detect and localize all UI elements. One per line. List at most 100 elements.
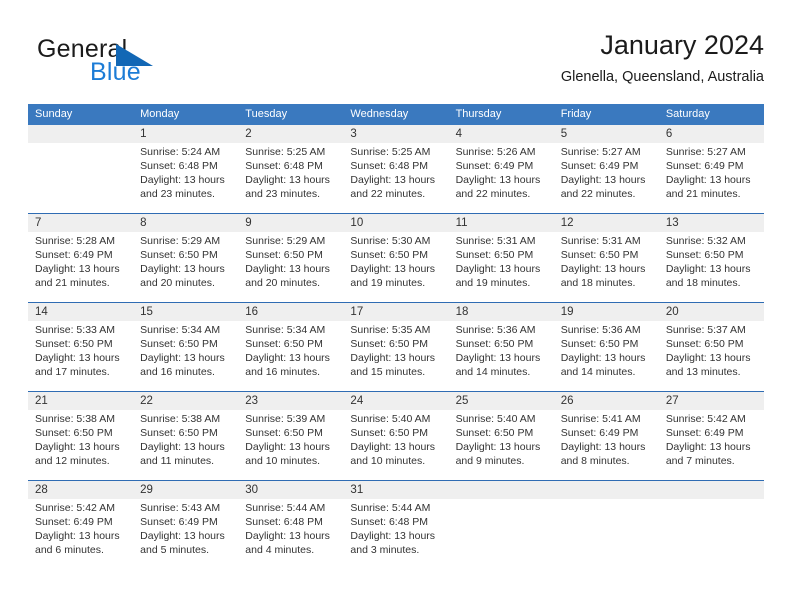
day-detail-line: Sunset: 6:48 PM (245, 516, 323, 528)
day-detail-line: Daylight: 13 hours (350, 352, 436, 364)
day-number[interactable]: 5 (554, 125, 659, 143)
day-number[interactable]: 25 (449, 392, 554, 410)
calendar-week-row: 7 8 9 10 11 12 13 Sunrise: 5:28 AM Sunset: 6:49 … (28, 213, 764, 302)
week-detail-band: Sunrise: 5:42 AM Sunset: 6:49 PM Daylight:… (28, 499, 764, 569)
day-detail-line: Sunrise: 5:37 AM (665, 324, 746, 336)
day-number[interactable]: 14 (28, 303, 133, 321)
day-cell[interactable]: Sunrise: 5:34 AM Sunset: 6:50 PM Daylight:… (238, 321, 343, 391)
day-detail-line: Sunset: 6:49 PM (35, 516, 113, 528)
day-cell[interactable]: Sunrise: 5:42 AM Sunset: 6:49 PM Daylight:… (659, 410, 764, 480)
day-number[interactable]: 15 (133, 303, 238, 321)
day-cell[interactable]: Sunrise: 5:42 AM Sunset: 6:49 PM Daylight:… (28, 499, 133, 569)
calendar-week-row: 1 2 3 4 5 6 Sunrise: 5:24 AM Sunset: 6:48 PM Day… (28, 125, 764, 213)
day-cell[interactable]: Sunrise: 5:29 AM Sunset: 6:50 PM Daylight:… (238, 232, 343, 302)
day-number[interactable]: 17 (343, 303, 448, 321)
day-detail-line: and 12 minutes. (35, 455, 110, 467)
day-cell[interactable]: Sunrise: 5:36 AM Sunset: 6:50 PM Daylight:… (554, 321, 659, 391)
day-detail-line: Daylight: 13 hours (350, 174, 436, 186)
general-blue-logo[interactable]: General Blue (28, 34, 268, 90)
day-cell[interactable]: Sunrise: 5:40 AM Sunset: 6:50 PM Daylight:… (343, 410, 448, 480)
day-cell[interactable]: Sunrise: 5:33 AM Sunset: 6:50 PM Daylight:… (28, 321, 133, 391)
day-detail-line: Daylight: 13 hours (560, 174, 646, 186)
day-cell[interactable]: Sunrise: 5:25 AM Sunset: 6:48 PM Daylight:… (343, 143, 448, 213)
day-cell[interactable]: Sunrise: 5:27 AM Sunset: 6:49 PM Daylight:… (659, 143, 764, 213)
day-cell[interactable]: Sunrise: 5:27 AM Sunset: 6:49 PM Daylight:… (554, 143, 659, 213)
day-number[interactable]: 22 (133, 392, 238, 410)
day-cell[interactable]: Sunrise: 5:29 AM Sunset: 6:50 PM Daylight:… (133, 232, 238, 302)
day-number[interactable]: 24 (343, 392, 448, 410)
day-detail-line: Sunset: 6:50 PM (665, 249, 744, 261)
day-number[interactable]: 21 (28, 392, 133, 410)
day-detail-line: Sunrise: 5:31 AM (560, 235, 641, 247)
day-number[interactable]: 29 (133, 481, 238, 499)
day-detail-line: Sunset: 6:48 PM (245, 160, 323, 172)
day-detail-line: Sunset: 6:50 PM (245, 427, 323, 439)
day-detail-line: Sunrise: 5:29 AM (245, 235, 326, 247)
week-detail-band: Sunrise: 5:28 AM Sunset: 6:49 PM Daylight:… (28, 232, 764, 302)
day-number[interactable]: 28 (28, 481, 133, 499)
day-cell[interactable]: Sunrise: 5:32 AM Sunset: 6:50 PM Daylight:… (659, 232, 764, 302)
day-cell[interactable]: Sunrise: 5:44 AM Sunset: 6:48 PM Daylight:… (343, 499, 448, 569)
day-cell[interactable]: Sunrise: 5:37 AM Sunset: 6:50 PM Daylight:… (659, 321, 764, 391)
day-cell[interactable]: Sunrise: 5:41 AM Sunset: 6:49 PM Daylight:… (554, 410, 659, 480)
day-number[interactable]: 30 (238, 481, 343, 499)
day-cell[interactable]: Sunrise: 5:39 AM Sunset: 6:50 PM Daylight:… (238, 410, 343, 480)
day-number[interactable]: 7 (28, 214, 133, 232)
page-subtitle: Glenella, Queensland, Australia (560, 69, 764, 85)
day-cell[interactable]: Sunrise: 5:38 AM Sunset: 6:50 PM Daylight:… (133, 410, 238, 480)
week-daynumber-band: 7 8 9 10 11 12 13 (28, 214, 764, 232)
day-cell[interactable]: Sunrise: 5:43 AM Sunset: 6:49 PM Daylight:… (133, 499, 238, 569)
day-cell[interactable]: Sunrise: 5:30 AM Sunset: 6:50 PM Daylight:… (343, 232, 448, 302)
day-number[interactable]: 9 (238, 214, 343, 232)
day-detail-line: and 17 minutes. (35, 366, 110, 378)
day-cell[interactable]: Sunrise: 5:31 AM Sunset: 6:50 PM Daylight:… (449, 232, 554, 302)
day-cell[interactable]: Sunrise: 5:25 AM Sunset: 6:48 PM Daylight:… (238, 143, 343, 213)
day-cell[interactable]: Sunrise: 5:28 AM Sunset: 6:49 PM Daylight:… (28, 232, 133, 302)
day-cell[interactable]: Sunrise: 5:34 AM Sunset: 6:50 PM Daylight:… (133, 321, 238, 391)
day-number[interactable]: 19 (554, 303, 659, 321)
empty-day-number (28, 125, 133, 143)
day-number[interactable]: 2 (238, 125, 343, 143)
day-detail-line: Daylight: 13 hours (245, 441, 330, 453)
day-detail-line: Sunrise: 5:40 AM (455, 413, 536, 425)
day-detail-line: Sunrise: 5:26 AM (455, 146, 536, 158)
calendar-weeks: 1 2 3 4 5 6 Sunrise: 5:24 AM Sunset: 6:48 PM Day… (28, 125, 764, 569)
day-detail-line: Sunrise: 5:36 AM (560, 324, 641, 336)
day-cell[interactable]: Sunrise: 5:40 AM Sunset: 6:50 PM Daylight:… (449, 410, 554, 480)
day-detail-line: Sunset: 6:49 PM (560, 160, 639, 172)
day-number[interactable]: 4 (449, 125, 554, 143)
day-detail-line: and 6 minutes. (35, 544, 104, 556)
day-detail-line: and 20 minutes. (140, 277, 215, 289)
day-cell[interactable]: Sunrise: 5:31 AM Sunset: 6:50 PM Daylight:… (554, 232, 659, 302)
day-number[interactable]: 12 (554, 214, 659, 232)
day-number[interactable]: 3 (343, 125, 448, 143)
day-number[interactable]: 8 (133, 214, 238, 232)
empty-day-cell (28, 143, 133, 213)
day-number[interactable]: 31 (343, 481, 448, 499)
day-number[interactable]: 27 (659, 392, 764, 410)
day-cell[interactable]: Sunrise: 5:26 AM Sunset: 6:49 PM Daylight:… (449, 143, 554, 213)
day-cell[interactable]: Sunrise: 5:24 AM Sunset: 6:48 PM Daylight:… (133, 143, 238, 213)
empty-day-cell (449, 499, 554, 569)
day-number[interactable]: 1 (133, 125, 238, 143)
day-number[interactable]: 26 (554, 392, 659, 410)
day-detail-line: Sunset: 6:50 PM (245, 338, 323, 350)
day-detail-line: Sunset: 6:50 PM (140, 427, 218, 439)
day-detail-line: Daylight: 13 hours (560, 352, 646, 364)
day-number[interactable]: 20 (659, 303, 764, 321)
day-number[interactable]: 23 (238, 392, 343, 410)
day-number[interactable]: 13 (659, 214, 764, 232)
day-detail-line: Sunset: 6:48 PM (350, 160, 429, 172)
day-number[interactable]: 18 (449, 303, 554, 321)
day-number[interactable]: 16 (238, 303, 343, 321)
day-detail-line: Daylight: 13 hours (560, 263, 646, 275)
day-cell[interactable]: Sunrise: 5:36 AM Sunset: 6:50 PM Daylight:… (449, 321, 554, 391)
day-cell[interactable]: Sunrise: 5:44 AM Sunset: 6:48 PM Daylight:… (238, 499, 343, 569)
day-cell[interactable]: Sunrise: 5:35 AM Sunset: 6:50 PM Daylight:… (343, 321, 448, 391)
day-number[interactable]: 11 (449, 214, 554, 232)
day-cell[interactable]: Sunrise: 5:38 AM Sunset: 6:50 PM Daylight:… (28, 410, 133, 480)
day-detail-line: and 22 minutes. (560, 188, 636, 200)
day-number[interactable]: 6 (659, 125, 764, 143)
day-number[interactable]: 10 (343, 214, 448, 232)
day-detail-line: Sunset: 6:50 PM (35, 427, 113, 439)
